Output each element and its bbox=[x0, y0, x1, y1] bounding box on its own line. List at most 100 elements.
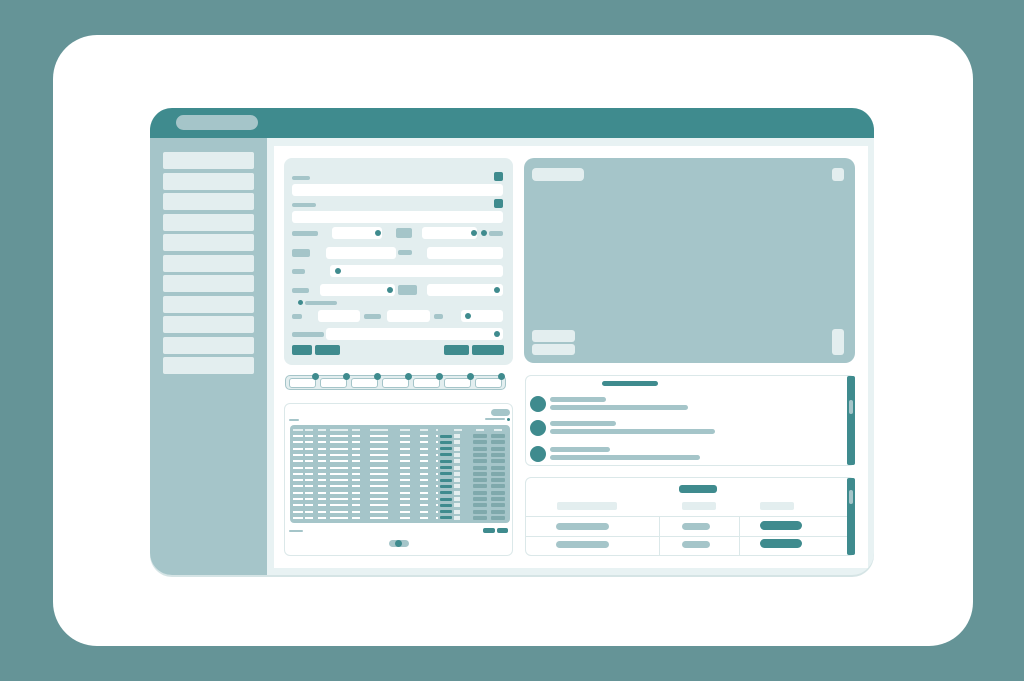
scrollbar-thumb[interactable] bbox=[849, 400, 853, 414]
save-button[interactable] bbox=[444, 345, 469, 355]
close-icon[interactable] bbox=[832, 168, 844, 181]
step[interactable] bbox=[382, 378, 409, 388]
row-action-button[interactable] bbox=[491, 440, 505, 445]
row-action-button[interactable] bbox=[473, 434, 487, 438]
text-input[interactable] bbox=[326, 328, 503, 340]
row-action-button[interactable] bbox=[491, 434, 505, 438]
table-cell bbox=[352, 453, 360, 456]
row-action-button[interactable] bbox=[491, 452, 505, 457]
filter-button[interactable] bbox=[491, 409, 510, 416]
row-action-button[interactable] bbox=[473, 503, 487, 508]
table-cell bbox=[420, 485, 428, 488]
text-input[interactable] bbox=[292, 184, 503, 196]
row-action-button[interactable] bbox=[491, 459, 505, 464]
sidebar-item[interactable] bbox=[163, 316, 254, 333]
table-cell bbox=[454, 471, 460, 476]
row-action-button[interactable] bbox=[491, 465, 505, 470]
row-action-button[interactable] bbox=[473, 452, 487, 457]
prev-page-button[interactable] bbox=[483, 528, 495, 533]
row-action-button[interactable] bbox=[491, 446, 505, 451]
table-cell bbox=[318, 491, 326, 494]
submit-button[interactable] bbox=[292, 345, 312, 355]
sidebar-item[interactable] bbox=[163, 255, 254, 272]
row-action-button[interactable] bbox=[491, 478, 505, 483]
media-control-button[interactable] bbox=[532, 330, 575, 342]
text-input[interactable] bbox=[387, 310, 430, 322]
table-cell bbox=[436, 491, 438, 494]
table-cell bbox=[293, 447, 303, 450]
checkbox-icon[interactable] bbox=[298, 300, 303, 305]
next-page-button[interactable] bbox=[497, 528, 508, 533]
status-badge bbox=[440, 447, 452, 451]
column-header bbox=[400, 429, 410, 431]
step[interactable] bbox=[413, 378, 440, 388]
row-action-button[interactable] bbox=[473, 509, 487, 514]
row-action-button[interactable] bbox=[491, 471, 505, 476]
table-cell bbox=[370, 510, 388, 513]
search-input[interactable] bbox=[330, 265, 503, 277]
row-action-button[interactable] bbox=[491, 484, 505, 489]
step[interactable] bbox=[320, 378, 347, 388]
text-input[interactable] bbox=[326, 247, 396, 259]
row-action-button[interactable] bbox=[491, 509, 505, 514]
row-action-button[interactable] bbox=[491, 497, 505, 501]
row-action-button[interactable] bbox=[473, 440, 487, 445]
radio-icon[interactable] bbox=[465, 313, 471, 319]
select-input[interactable] bbox=[422, 227, 477, 239]
zoom-control[interactable] bbox=[832, 329, 844, 355]
radio-icon[interactable] bbox=[481, 230, 487, 236]
list-item-name bbox=[550, 397, 606, 402]
row-action-button[interactable] bbox=[473, 471, 487, 476]
field-action-icon[interactable] bbox=[494, 199, 503, 208]
sidebar-item[interactable] bbox=[163, 234, 254, 251]
row-action-button[interactable] bbox=[491, 490, 505, 495]
cancel-button[interactable] bbox=[315, 345, 340, 355]
sidebar-item[interactable] bbox=[163, 296, 254, 313]
table-cell bbox=[436, 479, 438, 482]
text-input[interactable] bbox=[427, 247, 503, 259]
select-input[interactable] bbox=[320, 284, 395, 296]
sidebar-item[interactable] bbox=[163, 173, 254, 190]
text-input[interactable] bbox=[292, 211, 503, 223]
table-cell bbox=[352, 485, 360, 488]
row-action-button[interactable] bbox=[473, 515, 487, 520]
row-action-button[interactable] bbox=[473, 446, 487, 451]
media-control-button[interactable] bbox=[532, 344, 575, 355]
sidebar-item[interactable] bbox=[163, 152, 254, 169]
row-action-button[interactable] bbox=[473, 497, 487, 501]
scrollbar[interactable] bbox=[847, 376, 855, 465]
scrollbar-thumb[interactable] bbox=[849, 490, 853, 504]
row-action-button[interactable] bbox=[473, 484, 487, 489]
text-input[interactable] bbox=[318, 310, 360, 322]
table-cell bbox=[318, 447, 326, 450]
table-cell bbox=[318, 460, 326, 463]
table-cell bbox=[454, 509, 460, 514]
title-bar bbox=[150, 108, 874, 138]
row-action-button[interactable] bbox=[491, 515, 505, 520]
field-action-icon[interactable] bbox=[494, 172, 503, 181]
media-viewer[interactable] bbox=[524, 158, 855, 363]
select-input[interactable] bbox=[427, 284, 503, 296]
sidebar-item[interactable] bbox=[163, 214, 254, 231]
row-action-button[interactable] bbox=[473, 478, 487, 483]
row-action-button[interactable] bbox=[473, 465, 487, 470]
sidebar-item[interactable] bbox=[163, 337, 254, 354]
step[interactable] bbox=[444, 378, 471, 388]
scrollbar[interactable] bbox=[847, 478, 855, 555]
field-label bbox=[398, 250, 412, 255]
step[interactable] bbox=[475, 378, 502, 388]
row-action-button[interactable] bbox=[473, 490, 487, 495]
table-cell bbox=[556, 541, 609, 548]
reset-button[interactable] bbox=[472, 345, 504, 355]
pagination-dot[interactable] bbox=[395, 540, 402, 547]
sidebar-item[interactable] bbox=[163, 357, 254, 374]
row-action-button[interactable] bbox=[491, 503, 505, 508]
step[interactable] bbox=[351, 378, 378, 388]
row-action-button[interactable] bbox=[760, 521, 802, 530]
step[interactable] bbox=[289, 378, 316, 388]
table-cell bbox=[318, 498, 326, 500]
row-action-button[interactable] bbox=[473, 459, 487, 464]
row-action-button[interactable] bbox=[760, 539, 802, 548]
sidebar-item[interactable] bbox=[163, 193, 254, 210]
sidebar-item[interactable] bbox=[163, 275, 254, 292]
